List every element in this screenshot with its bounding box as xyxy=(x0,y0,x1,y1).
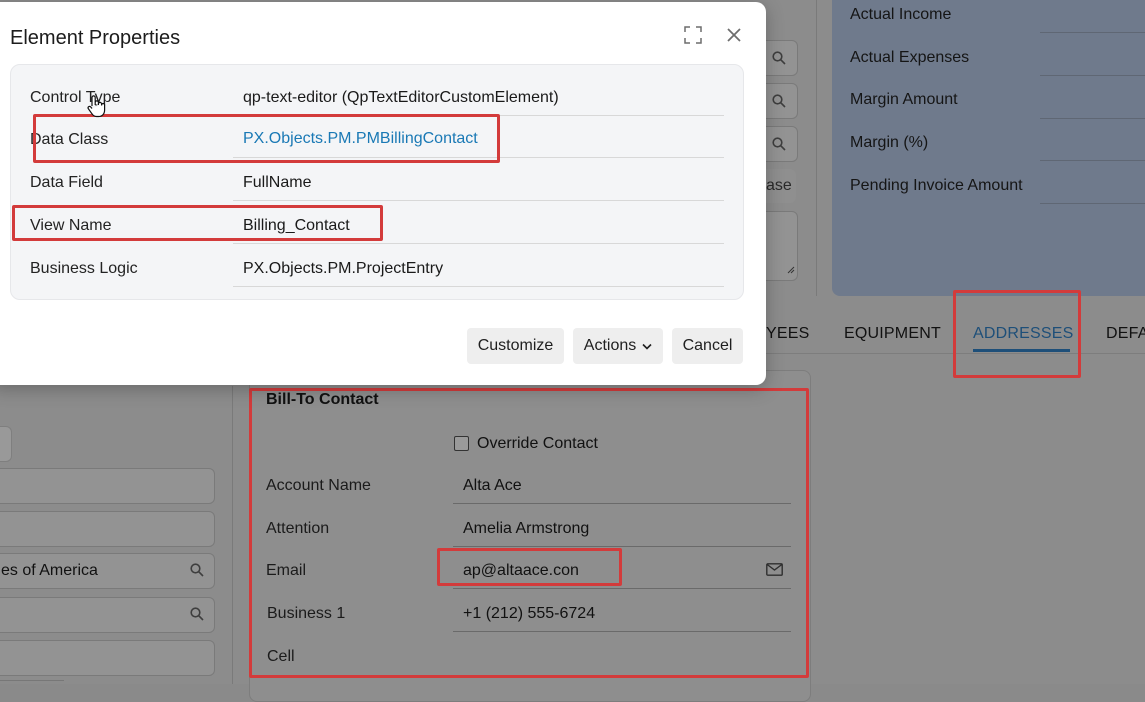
background-button[interactable] xyxy=(0,426,12,462)
cancel-button-label: Cancel xyxy=(682,337,733,354)
property-label-data-field: Data Field xyxy=(30,174,103,191)
partial-button-label: ase xyxy=(766,177,792,194)
maximize-icon[interactable] xyxy=(684,26,702,49)
summary-label: Actual Income xyxy=(850,6,952,23)
country-input[interactable]: es of America xyxy=(0,553,215,589)
element-properties-dialog: Element Properties Control Type qp-text-… xyxy=(0,2,766,385)
property-value-business-logic: PX.Objects.PM.ProjectEntry xyxy=(243,260,444,277)
summary-label: Margin Amount xyxy=(850,91,958,108)
property-divider xyxy=(233,286,724,287)
property-value-control-type: qp-text-editor (QpTextEditorCustomElemen… xyxy=(243,89,559,106)
actions-button-label: Actions xyxy=(583,337,637,354)
cancel-button[interactable]: Cancel xyxy=(672,328,743,364)
tab-employees[interactable]: YEES xyxy=(766,325,810,343)
summary-divider xyxy=(1040,203,1145,204)
actions-button[interactable]: Actions xyxy=(573,328,663,364)
summary-divider xyxy=(1040,32,1145,33)
properties-box: Control Type qp-text-editor (QpTextEdito… xyxy=(10,64,744,300)
summary-divider xyxy=(1040,75,1145,76)
divider xyxy=(232,386,233,684)
summary-divider xyxy=(1040,160,1145,161)
customize-button[interactable]: Customize xyxy=(467,328,564,364)
search-icon[interactable] xyxy=(190,563,204,582)
property-label-business-logic: Business Logic xyxy=(30,260,138,277)
background-input[interactable] xyxy=(0,511,215,547)
dialog-title: Element Properties xyxy=(10,27,181,49)
summary-label: Margin (%) xyxy=(850,134,929,151)
highlight-email-value xyxy=(437,548,622,586)
background-input[interactable] xyxy=(0,597,215,633)
search-icon[interactable] xyxy=(772,137,786,156)
search-icon[interactable] xyxy=(772,51,786,70)
property-divider xyxy=(233,243,724,244)
tab-equipment[interactable]: EQUIPMENT xyxy=(844,325,941,343)
search-icon[interactable] xyxy=(772,94,786,113)
property-divider xyxy=(233,200,724,201)
property-value-data-field: FullName xyxy=(243,174,312,191)
summary-label: Pending Invoice Amount xyxy=(850,177,1023,194)
country-value: es of America xyxy=(1,562,98,579)
divider xyxy=(816,0,817,296)
close-icon[interactable] xyxy=(726,27,742,48)
background-input[interactable] xyxy=(0,468,215,504)
chevron-down-icon xyxy=(642,337,652,355)
summary-label: Actual Expenses xyxy=(850,49,970,66)
divider xyxy=(0,680,64,681)
resize-handle-icon[interactable] xyxy=(787,261,795,279)
highlight-view-name xyxy=(12,205,383,241)
customize-button-label: Customize xyxy=(477,337,554,354)
hand-cursor-icon xyxy=(86,94,108,123)
background-input[interactable] xyxy=(0,640,215,676)
search-icon[interactable] xyxy=(190,607,204,626)
highlight-bill-to-contact xyxy=(249,388,809,678)
summary-divider xyxy=(1040,118,1145,119)
highlight-addresses-tab xyxy=(953,290,1081,378)
tab-defaults[interactable]: DEFA xyxy=(1106,325,1145,343)
